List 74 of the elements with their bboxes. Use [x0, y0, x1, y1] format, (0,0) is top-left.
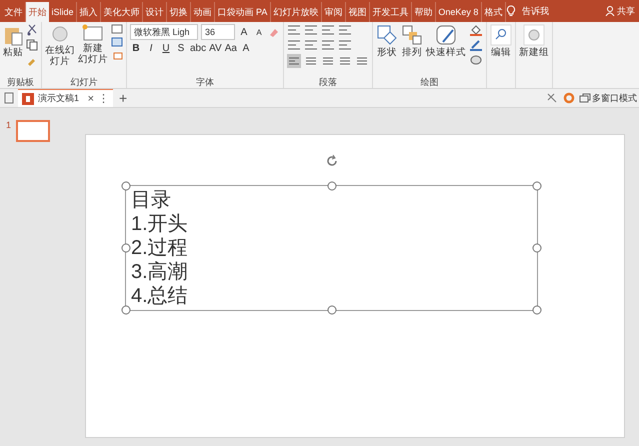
font-format-button[interactable]: U: [160, 43, 172, 54]
numbering-icon[interactable]: [304, 24, 318, 36]
resize-handle[interactable]: [122, 182, 130, 190]
shapes-icon[interactable]: [376, 24, 398, 46]
font-format-button[interactable]: abc: [190, 43, 206, 54]
font-size-field[interactable]: 36: [201, 24, 235, 40]
quick-styles-icon[interactable]: [435, 24, 457, 46]
paste-button[interactable]: 粘贴: [3, 47, 23, 58]
tab-menu-button[interactable]: ⋮: [98, 92, 109, 106]
font-format-button[interactable]: S: [175, 43, 187, 54]
document-tab[interactable]: 演示文稿1 × ⋮: [18, 89, 113, 107]
shapes-button[interactable]: 形状: [377, 47, 397, 58]
grow-font-button[interactable]: A: [238, 26, 250, 38]
font-format-button[interactable]: Aa: [224, 43, 237, 54]
arrange-button[interactable]: 排列: [402, 47, 422, 58]
outdent-icon[interactable]: [304, 39, 318, 51]
line-spacing-icon[interactable]: [321, 24, 335, 36]
align-button[interactable]: [287, 54, 301, 68]
slide-text-line: 2.过程: [131, 236, 189, 260]
resize-handle[interactable]: [327, 306, 336, 314]
fill-icon[interactable]: [469, 24, 483, 36]
indent-icon[interactable]: [287, 39, 301, 51]
editing-button[interactable]: 编辑: [491, 47, 511, 58]
group-label: 绘图: [420, 76, 440, 88]
group-label: 幻灯片: [70, 76, 98, 88]
resize-handle[interactable]: [122, 306, 130, 314]
close-tab-button[interactable]: ×: [88, 92, 94, 106]
slide-text-line: 1.开头: [131, 212, 189, 236]
font-format-button[interactable]: A: [240, 43, 252, 54]
share-button[interactable]: 共享: [605, 4, 635, 18]
font-format-button[interactable]: I: [145, 43, 157, 54]
search-icon[interactable]: [490, 24, 512, 46]
cut-icon[interactable]: [26, 24, 38, 36]
person-icon: [605, 6, 615, 16]
bullets-icon[interactable]: [287, 24, 301, 36]
resize-handle[interactable]: [122, 244, 130, 252]
layout-icon[interactable]: [111, 24, 123, 34]
slide-text-line: 4.总结: [131, 284, 189, 308]
new-slide-icon[interactable]: [82, 24, 104, 42]
font-format-button[interactable]: AV: [209, 43, 222, 54]
resize-handle[interactable]: [532, 244, 542, 252]
resize-handle[interactable]: [327, 182, 336, 190]
tell-me-search[interactable]: 告诉我: [522, 4, 549, 18]
resize-handle[interactable]: [532, 182, 542, 190]
arrange-icon[interactable]: [401, 24, 423, 46]
group-label: 段落: [318, 76, 338, 88]
powerpoint-icon: [22, 92, 34, 104]
new-tab-button[interactable]: +: [113, 91, 134, 105]
quick-styles-button[interactable]: 快速样式: [426, 47, 466, 58]
multi-window-button[interactable]: 多窗口模式: [592, 92, 637, 104]
font-format-button[interactable]: B: [130, 43, 142, 54]
slide-text-line: 目录: [131, 188, 172, 212]
align-text-icon[interactable]: [338, 39, 352, 51]
group-label: 剪贴板: [6, 76, 35, 88]
copy-icon[interactable]: [26, 39, 38, 51]
new-group-button[interactable]: 新建组: [519, 47, 549, 58]
columns-icon[interactable]: [321, 39, 335, 51]
slide-thumbnail[interactable]: [16, 120, 50, 142]
group-label: 字体: [195, 76, 215, 88]
ribbon-tab[interactable]: 开始: [26, 2, 49, 22]
slide-text-line: 3.高潮: [131, 260, 189, 284]
document-title: 演示文稿1: [38, 92, 80, 105]
shrink-font-button[interactable]: A: [253, 28, 265, 36]
rotate-handle[interactable]: [324, 154, 338, 168]
lightbulb-icon[interactable]: [506, 5, 516, 17]
windows-icon[interactable]: [578, 91, 592, 105]
new-slide-button[interactable]: 新建 幻灯片: [78, 43, 108, 65]
text-direction-icon[interactable]: [338, 24, 352, 36]
online-slides-button[interactable]: 在线幻 灯片: [45, 45, 75, 67]
resize-handle[interactable]: [532, 306, 542, 314]
outline-icon[interactable]: [469, 39, 483, 51]
slide-number: 1: [6, 120, 12, 132]
effects-icon[interactable]: [469, 54, 483, 66]
font-name-field[interactable]: 微软雅黑 Ligh: [130, 24, 198, 40]
